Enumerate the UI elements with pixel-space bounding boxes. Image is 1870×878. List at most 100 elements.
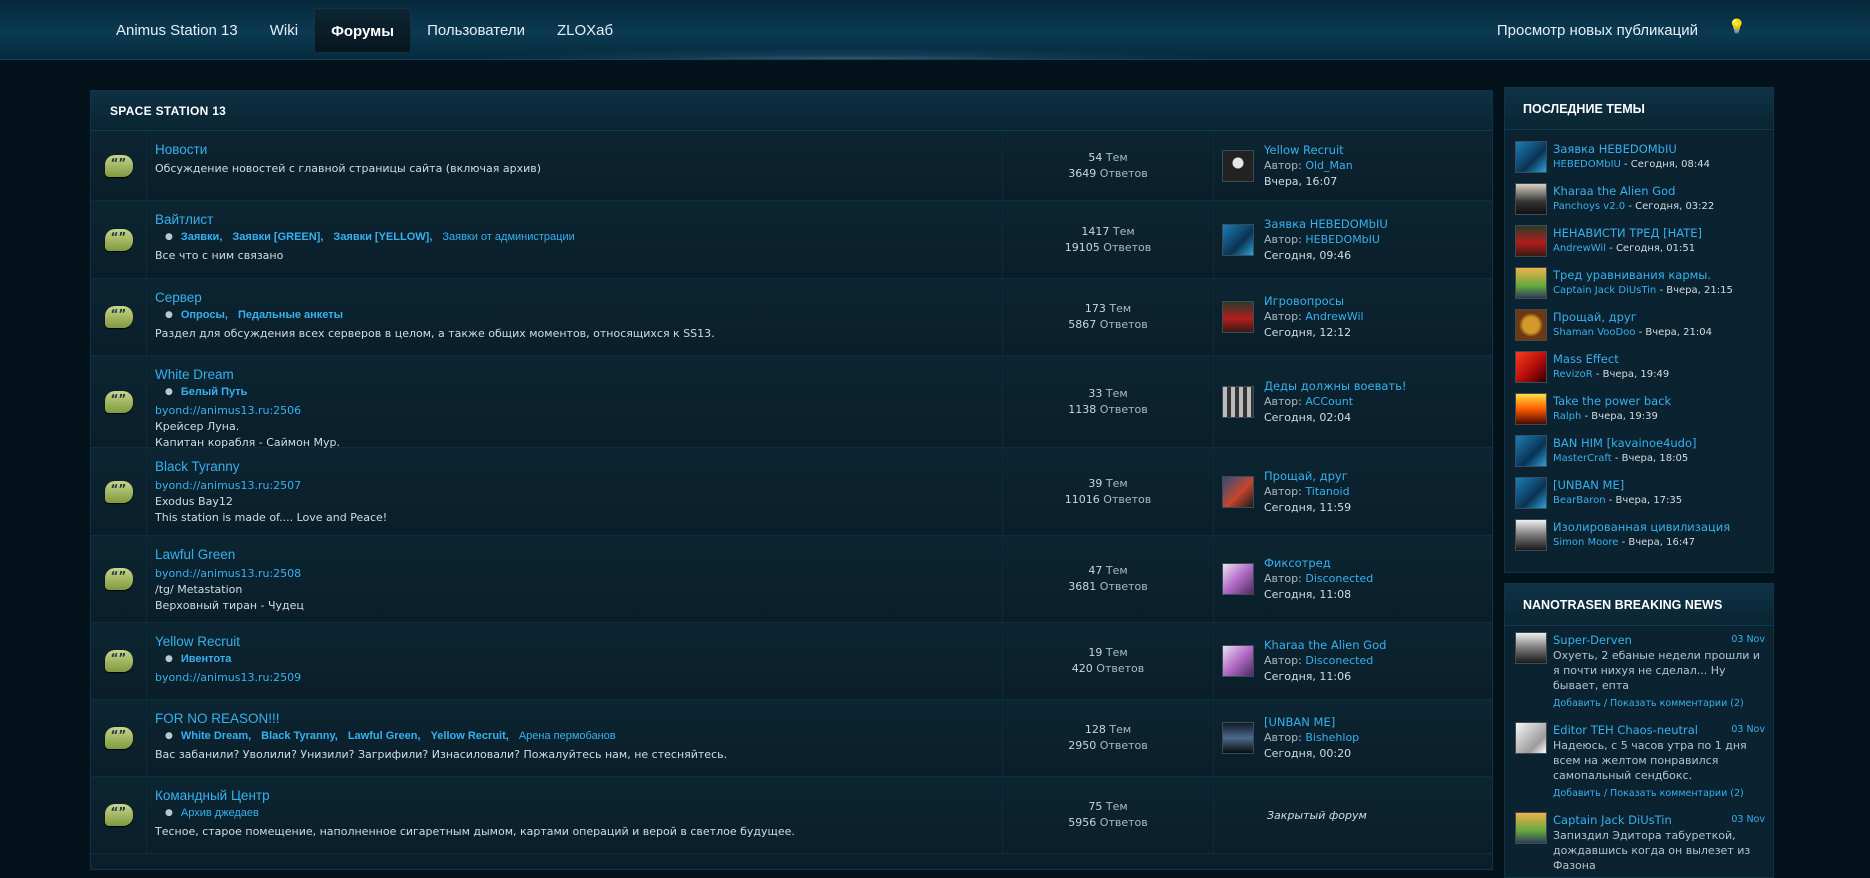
author-link[interactable]: ACCount (1305, 395, 1353, 408)
last-post-title[interactable]: Игровопросы (1264, 293, 1364, 309)
subforum-link[interactable]: Black Tyranny, (261, 730, 338, 742)
avatar[interactable] (1515, 351, 1547, 383)
latest-topic-user[interactable]: Ralph (1553, 411, 1581, 422)
avatar[interactable] (1222, 301, 1254, 333)
forum-title-link[interactable]: Lawful Green (155, 547, 994, 562)
subforum-link[interactable]: Заявки, (181, 231, 223, 243)
subforum-link[interactable]: Заявки от администрации (442, 231, 574, 243)
last-post-title[interactable]: Заявка HEBEDOMbIU (1264, 216, 1388, 232)
forum-title-link[interactable]: FOR NO REASON!!! (155, 711, 994, 726)
avatar[interactable] (1222, 722, 1254, 754)
nav-item[interactable]: Wiki (254, 8, 314, 53)
nav-item[interactable]: Animus Station 13 (100, 8, 254, 53)
forum-title-link[interactable]: Black Tyranny (155, 459, 994, 474)
author-link[interactable]: Disconected (1305, 572, 1373, 585)
avatar[interactable] (1515, 722, 1547, 754)
server-address-link[interactable]: byond://animus13.ru:2506 (155, 403, 994, 419)
latest-topic-title[interactable]: НЕНАВИСТИ ТРЕД [HATE] (1553, 226, 1702, 241)
server-address-link[interactable]: byond://animus13.ru:2508 (155, 566, 994, 582)
last-post-title[interactable]: Фиксотред (1264, 555, 1373, 571)
avatar[interactable] (1515, 812, 1547, 844)
forum-title-link[interactable]: Yellow Recruit (155, 634, 994, 649)
last-post-title[interactable]: Деды должны воевать! (1264, 378, 1407, 394)
subforum-label: Заявки [YELLOW] (333, 231, 430, 243)
latest-topic-title[interactable]: Тред уравнивания кармы. (1553, 268, 1733, 283)
nav-item[interactable]: ZLOXаб (541, 8, 629, 53)
avatar[interactable] (1515, 435, 1547, 467)
subforum-link[interactable]: Опросы, (181, 309, 228, 321)
avatar[interactable] (1515, 519, 1547, 551)
last-post-title[interactable]: Yellow Recruit (1264, 142, 1353, 158)
last-post-date: Сегодня, 02:04 (1264, 410, 1352, 424)
avatar[interactable] (1515, 225, 1547, 257)
news-author[interactable]: Editor TEH Chaos-neutral (1553, 722, 1698, 738)
latest-topic-title[interactable]: Прощай, друг (1553, 310, 1712, 325)
subforum-link[interactable]: Заявки [YELLOW], (333, 231, 432, 243)
server-address-link[interactable]: byond://animus13.ru:2509 (155, 670, 994, 686)
latest-topic-user[interactable]: MasterCraft (1553, 453, 1612, 464)
news-comments-link[interactable]: Добавить / Показать комментарии (2) (1553, 696, 1765, 712)
subforum-link[interactable]: Белый Путь (181, 386, 248, 398)
avatar[interactable] (1515, 477, 1547, 509)
avatar[interactable] (1515, 393, 1547, 425)
avatar[interactable] (1515, 183, 1547, 215)
latest-topic-user[interactable]: RevizoR (1553, 369, 1593, 380)
last-post-title[interactable]: Kharaa the Alien God (1264, 637, 1386, 653)
news-author[interactable]: Super-Derven (1553, 632, 1632, 648)
forum-list: Новости Обсуждение новостей с главной стр… (91, 131, 1492, 854)
latest-topic-title[interactable]: Заявка HEBEDOMbIU (1553, 142, 1710, 157)
avatar[interactable] (1515, 632, 1547, 664)
last-post-title[interactable]: Прощай, друг (1264, 468, 1351, 484)
forum-title-link[interactable]: Командный Центр (155, 788, 994, 803)
subforum-link[interactable]: Yellow Recruit, (431, 730, 509, 742)
avatar[interactable] (1515, 141, 1547, 173)
subforum-link[interactable]: Арена пермобанов (519, 730, 616, 742)
avatar[interactable] (1222, 475, 1254, 508)
latest-topic-user[interactable]: Shaman VooDoo (1553, 327, 1635, 338)
subforum-link[interactable]: Архив джедаев (181, 807, 259, 819)
subforum-link[interactable]: Педальные анкеты (238, 309, 343, 321)
forum-title-link[interactable]: Сервер (155, 290, 994, 305)
author-link[interactable]: Bishehlop (1305, 731, 1359, 744)
latest-topic-user[interactable]: HEBEDOMbIU (1553, 159, 1621, 170)
news-author[interactable]: Captain Jack DiUsTin (1553, 812, 1672, 828)
subforum-link[interactable]: Заявки [GREEN], (232, 231, 323, 243)
avatar[interactable] (1515, 267, 1547, 299)
server-address-link[interactable]: byond://animus13.ru:2507 (155, 478, 994, 494)
new-posts-link[interactable]: Просмотр новых публикаций (1497, 8, 1698, 53)
subforum-link[interactable]: Ивентота (181, 653, 231, 665)
author-link[interactable]: Old_Man (1305, 159, 1352, 172)
news-comments-link[interactable]: Добавить / Показать комментарии (2) (1553, 786, 1765, 802)
news-text: Запиздил Эдитора табуреткой, дождавшись … (1553, 829, 1751, 872)
forum-title-link[interactable]: Новости (155, 142, 994, 157)
author-link[interactable]: Titanoid (1305, 485, 1349, 498)
subforum-link[interactable]: Lawful Green, (348, 730, 421, 742)
latest-topic-title[interactable]: BAN HIM [kavainoe4udo] (1553, 436, 1697, 451)
forum-title-link[interactable]: White Dream (155, 367, 994, 382)
latest-topic-title[interactable]: Kharaa the Alien God (1553, 184, 1714, 199)
nav-item[interactable]: Форумы (314, 8, 412, 53)
lightbulb-icon[interactable]: 💡 (1728, 19, 1745, 39)
avatar[interactable] (1515, 309, 1547, 341)
latest-topic-user[interactable]: BearBaron (1553, 495, 1606, 506)
latest-topic-user[interactable]: AndrewWil (1553, 243, 1606, 254)
nav-item[interactable]: Пользователи (411, 8, 541, 53)
latest-topic-user[interactable]: Simon Moore (1553, 537, 1618, 548)
avatar[interactable] (1222, 563, 1254, 595)
latest-topic-user[interactable]: Captain Jack DiUsTin (1553, 285, 1656, 296)
forum-title-link[interactable]: Вайтлист (155, 212, 994, 227)
latest-topic-title[interactable]: [UNBAN ME] (1553, 478, 1682, 493)
latest-topic-title[interactable]: Take the power back (1553, 394, 1671, 409)
avatar[interactable] (1222, 223, 1254, 256)
author-link[interactable]: HEBEDOMbIU (1305, 233, 1380, 246)
subforum-link[interactable]: White Dream, (181, 730, 251, 742)
latest-topic-title[interactable]: Изолированная цивилизация (1553, 520, 1730, 535)
avatar[interactable] (1222, 645, 1254, 677)
latest-topic-user[interactable]: Panchoys v2.0 (1553, 201, 1625, 212)
avatar[interactable] (1222, 149, 1254, 182)
author-link[interactable]: AndrewWil (1305, 310, 1363, 323)
avatar[interactable] (1222, 385, 1254, 418)
last-post-title[interactable]: [UNBAN ME] (1264, 714, 1359, 730)
author-link[interactable]: Disconected (1305, 654, 1373, 667)
latest-topic-title[interactable]: Mass Effect (1553, 352, 1669, 367)
